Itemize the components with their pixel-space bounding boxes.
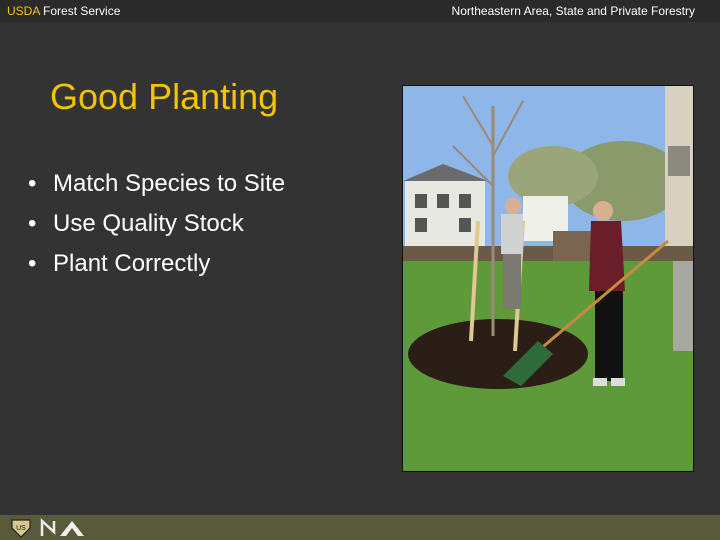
division-name: Northeastern Area, State and Private For…: [451, 4, 695, 18]
northeastern-area-logo-icon: [40, 518, 84, 536]
svg-text:US: US: [16, 525, 26, 532]
bullet-glyph: •: [28, 210, 37, 237]
bullet-glyph: •: [28, 170, 37, 197]
bullet-item: • Use Quality Stock: [28, 206, 285, 246]
tree-planting-photo: [402, 85, 694, 472]
agency-suffix: Forest Service: [39, 4, 121, 18]
bullet-text: Use Quality Stock: [53, 210, 244, 237]
bullet-glyph: •: [28, 250, 37, 277]
agency-name: USDA Forest Service: [7, 4, 120, 18]
slide-title: Good Planting: [50, 76, 279, 117]
bullet-list: • Match Species to Site • Use Quality Stoc…: [28, 166, 285, 286]
agency-prefix: USDA: [7, 4, 40, 18]
bullet-text: Plant Correctly: [53, 250, 211, 277]
bullet-item: • Plant Correctly: [28, 246, 285, 286]
forest-service-shield-icon: US: [11, 519, 31, 538]
bullet-text: Match Species to Site: [53, 170, 286, 197]
bullet-item: • Match Species to Site: [28, 166, 285, 206]
footer-band: [0, 515, 720, 540]
